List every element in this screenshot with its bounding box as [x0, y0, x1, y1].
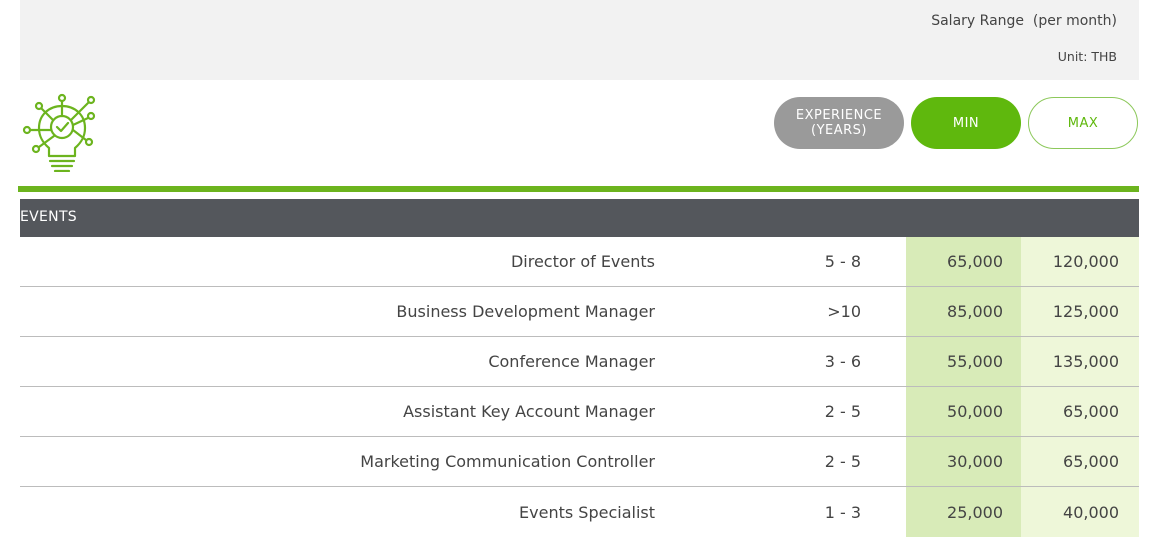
table-row: Marketing Communication Controller 2 - 5… — [20, 437, 1139, 487]
experience-years-pill: EXPERIENCE (YEARS) — [774, 97, 904, 149]
min-salary: 25,000 — [906, 487, 1021, 537]
lightbulb-check-icon — [22, 93, 96, 172]
max-salary: 125,000 — [1021, 287, 1139, 336]
min-salary: 50,000 — [906, 387, 1021, 436]
max-salary: 40,000 — [1021, 487, 1139, 537]
experience-pill-line1: EXPERIENCE — [795, 108, 883, 123]
table-row: Assistant Key Account Manager 2 - 5 50,0… — [20, 387, 1139, 437]
header-band: Salary Range (per month) Unit: THB — [20, 0, 1139, 80]
job-title: Events Specialist — [519, 502, 655, 522]
job-title: Assistant Key Account Manager — [403, 402, 655, 421]
experience-years: 1 - 3 — [824, 502, 861, 522]
experience-years: 2 - 5 — [824, 452, 861, 471]
section-title: EVENTS — [20, 209, 77, 225]
max-salary: 65,000 — [1021, 437, 1139, 486]
section-header: EVENTS — [20, 199, 1139, 237]
job-title: Marketing Communication Controller — [360, 452, 655, 471]
experience-years: 5 - 8 — [824, 252, 861, 271]
min-salary: 55,000 — [906, 337, 1021, 386]
max-salary: 65,000 — [1021, 387, 1139, 436]
experience-pill-line2: (YEARS) — [811, 123, 867, 138]
experience-years: >10 — [827, 302, 861, 321]
table-row: Business Development Manager >10 85,000 … — [20, 287, 1139, 337]
experience-years: 2 - 5 — [824, 402, 861, 421]
job-title: Conference Manager — [488, 352, 655, 371]
green-divider — [18, 186, 1139, 192]
salary-table: Director of Events 5 - 8 65,000 120,000 … — [20, 237, 1139, 537]
table-row: Events Specialist 1 - 3 25,000 40,000 — [20, 487, 1139, 537]
salary-range-label: Salary Range (per month) — [931, 13, 1117, 29]
min-pill: MIN — [911, 97, 1021, 149]
job-title: Director of Events — [510, 252, 655, 271]
table-row: Director of Events 5 - 8 65,000 120,000 — [20, 237, 1139, 287]
min-salary: 65,000 — [906, 237, 1021, 286]
min-salary: 85,000 — [906, 287, 1021, 336]
max-salary: 120,000 — [1021, 237, 1139, 286]
table-row: Conference Manager 3 - 6 55,000 135,000 — [20, 337, 1139, 387]
max-pill: MAX — [1028, 97, 1138, 149]
max-salary: 135,000 — [1021, 337, 1139, 386]
unit-label: Unit: THB — [1057, 49, 1117, 64]
job-title: Business Development Manager — [396, 302, 655, 321]
experience-years: 3 - 6 — [824, 352, 861, 371]
min-salary: 30,000 — [906, 437, 1021, 486]
